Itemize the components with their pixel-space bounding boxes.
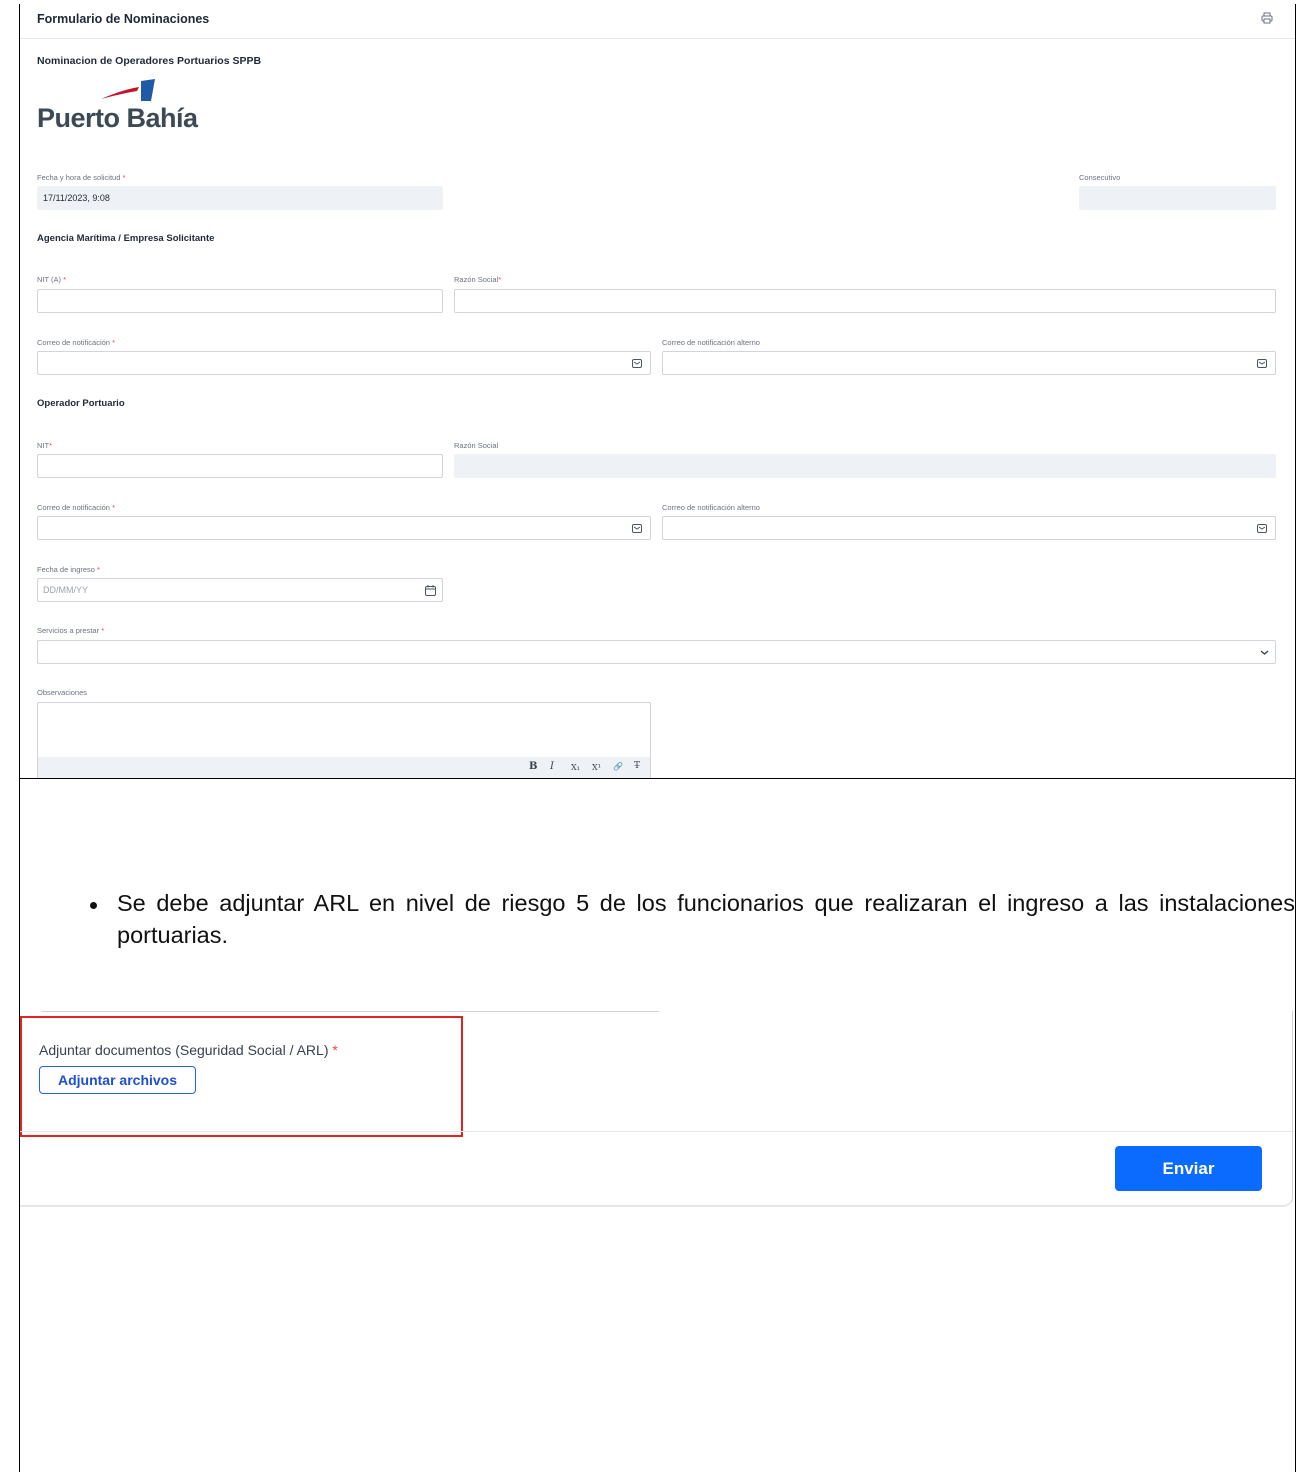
razon-social-a-label: Razón Social*	[454, 275, 502, 284]
correo-operador-input[interactable]	[37, 516, 651, 540]
card-corner	[1275, 1181, 1293, 1207]
correo-agencia-input[interactable]	[37, 351, 651, 375]
arl-instruction: Se debe adjuntar ARL en nivel de riesgo …	[117, 890, 1295, 948]
submit-button[interactable]: Enviar	[1115, 1146, 1262, 1191]
operador-section-title: Operador Portuario	[37, 398, 125, 409]
chevron-down-icon	[1260, 650, 1269, 655]
consecutivo-label: Consecutivo	[1079, 173, 1121, 182]
nit-a-input[interactable]	[37, 289, 443, 313]
superscript-button[interactable]: X¹	[592, 763, 601, 772]
form-header: Formulario de Nominaciones	[20, 4, 1295, 39]
servicios-label: Servicios a prestar *	[37, 626, 105, 635]
clear-format-icon[interactable]: T̶	[634, 761, 640, 771]
nit-operador-input[interactable]	[37, 454, 443, 478]
bullet-dot	[90, 902, 97, 909]
mail-icon	[632, 524, 642, 533]
correo-alt-agencia-input[interactable]	[662, 351, 1276, 375]
logo-text: Puerto Bahía	[37, 103, 198, 133]
calendar-icon[interactable]	[425, 585, 436, 596]
fecha-ingreso-placeholder: DD/MM/YY	[43, 585, 88, 595]
correo-agencia-label: Correo de notificación *	[37, 338, 115, 347]
razon-social-a-input[interactable]	[454, 289, 1276, 313]
fecha-field: 17/11/2023, 9:08	[37, 186, 443, 210]
form-subtitle: Nominacion de Operadores Portuarios SPPB	[37, 55, 262, 67]
divider	[1292, 1011, 1293, 1191]
puerto-bahia-logo: Puerto Bahía	[37, 77, 227, 137]
divider	[20, 1131, 1292, 1132]
correo-alt-agencia-label: Correo de notificación alterno	[662, 338, 760, 347]
nomination-form-bottom: Adjuntar documentos (Seguridad Social / …	[20, 1011, 1293, 1207]
mail-icon	[1257, 359, 1267, 368]
link-icon[interactable]: 🔗	[613, 762, 623, 771]
card-bottom-border	[20, 1205, 1285, 1207]
razon-social-label: Razón Social	[454, 441, 499, 450]
servicios-select[interactable]	[37, 640, 1276, 664]
attach-label: Adjuntar documentos (Seguridad Social / …	[39, 1042, 338, 1058]
editor-toolbar: B I X₁ X¹ 🔗 T̶	[38, 757, 650, 779]
observaciones-label: Observaciones	[37, 688, 88, 697]
observaciones-textarea[interactable]: B I X₁ X¹ 🔗 T̶	[37, 702, 651, 779]
bold-button[interactable]: B	[529, 761, 537, 772]
correo-operador-label: Correo de notificación *	[37, 503, 115, 512]
nit-a-label: NIT (A) *	[37, 275, 67, 284]
print-icon[interactable]	[1261, 12, 1273, 24]
subscript-button[interactable]: X₁	[571, 763, 580, 772]
fecha-label: Fecha y hora de solicitud *	[37, 173, 126, 182]
form-top-border	[20, 778, 1295, 779]
razon-social-operador-field	[454, 454, 1276, 478]
mail-icon	[632, 359, 642, 368]
nomination-form-top: Formulario de Nominaciones Nominacion de…	[20, 4, 1295, 779]
correo-alt-operador-input[interactable]	[662, 516, 1276, 540]
consecutivo-field	[1079, 186, 1276, 210]
fecha-ingreso-label: Fecha de ingreso *	[37, 565, 100, 574]
correo-alt-operador-label: Correo de notificación alterno	[662, 503, 760, 512]
italic-button[interactable]: I	[550, 761, 554, 772]
nit-label: NIT*	[37, 441, 53, 450]
fecha-ingreso-input[interactable]: DD/MM/YY	[37, 578, 443, 602]
logo-mark-icon	[101, 79, 155, 101]
form-title: Formulario de Nominaciones	[37, 12, 210, 26]
mail-icon	[1257, 524, 1267, 533]
agencia-section-title: Agencia Marítima / Empresa Solicitante	[37, 233, 215, 244]
divider	[41, 1011, 659, 1012]
attach-files-button[interactable]: Adjuntar archivos	[39, 1066, 196, 1094]
fecha-value: 17/11/2023, 9:08	[43, 193, 110, 203]
